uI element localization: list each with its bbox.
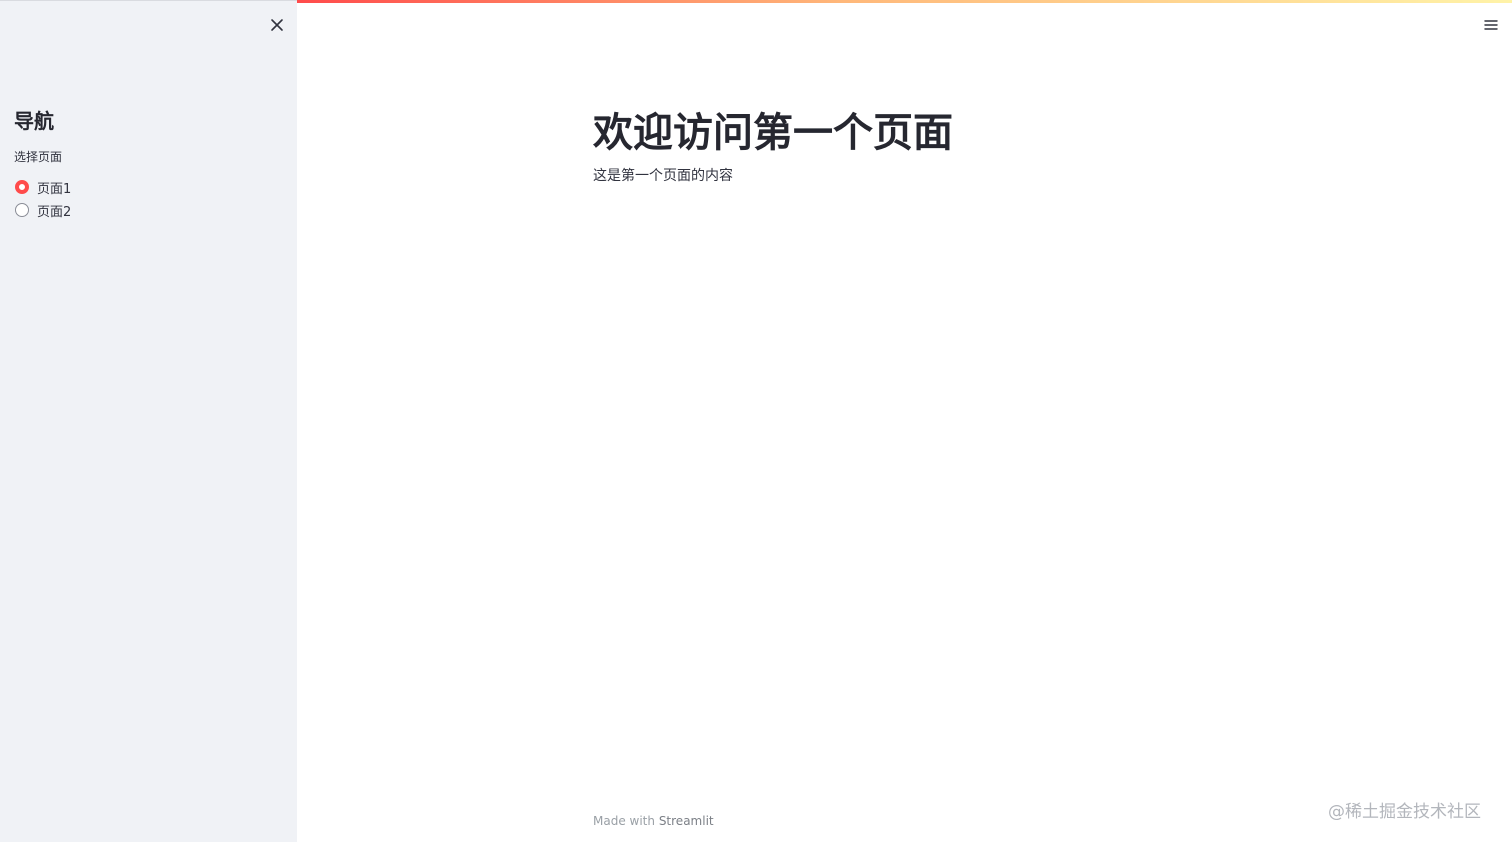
radio-option-page2[interactable]: 页面2 xyxy=(15,199,71,221)
app-root: 导航 选择页面 页面1 页面2 欢迎访问第一个页面 这是第一个页面的内容 Mad… xyxy=(0,0,1512,842)
radio-option-label: 页面2 xyxy=(37,204,72,220)
page-radio-group: 页面1 页面2 xyxy=(15,176,71,222)
sidebar: 导航 选择页面 页面1 页面2 xyxy=(0,0,297,842)
close-icon xyxy=(271,19,283,31)
page-content-text: 这是第一个页面的内容 xyxy=(593,168,733,184)
radio-unchecked-icon[interactable] xyxy=(15,203,29,217)
main-menu-button[interactable] xyxy=(1481,16,1501,34)
radio-checked-icon[interactable] xyxy=(15,180,29,194)
close-sidebar-button[interactable] xyxy=(266,14,288,36)
radio-option-page1[interactable]: 页面1 xyxy=(15,176,71,198)
footer-prefix: Made with xyxy=(593,814,655,828)
page-title: 欢迎访问第一个页面 xyxy=(593,110,953,156)
radio-group-label: 选择页面 xyxy=(14,150,63,164)
top-decoration-bar xyxy=(297,0,1512,3)
watermark: @稀土掘金技术社区 xyxy=(1328,802,1481,822)
radio-option-label: 页面1 xyxy=(37,181,72,197)
footer: Made with Streamlit xyxy=(593,814,714,828)
hamburger-menu-icon xyxy=(1484,20,1498,30)
sidebar-title: 导航 xyxy=(14,109,54,133)
footer-brand-link[interactable]: Streamlit xyxy=(659,814,714,828)
